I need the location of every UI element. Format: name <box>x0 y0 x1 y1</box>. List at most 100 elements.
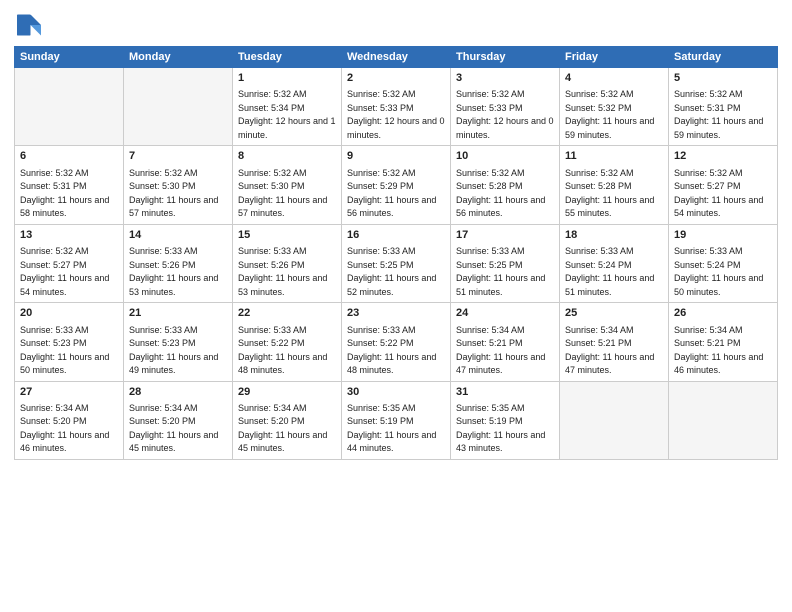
day-number: 3 <box>456 71 554 86</box>
calendar-cell: 30 Sunrise: 5:35 AMSunset: 5:19 PMDayligh… <box>342 381 451 459</box>
calendar-cell: 25 Sunrise: 5:34 AMSunset: 5:21 PMDayligh… <box>560 303 669 381</box>
day-info: Sunrise: 5:32 AMSunset: 5:31 PMDaylight:… <box>674 88 772 142</box>
day-info: Sunrise: 5:32 AMSunset: 5:30 PMDaylight:… <box>129 167 227 221</box>
calendar-cell: 24Sunrise: 5:34 AMSunset: 5:21 PMDayligh… <box>451 303 560 381</box>
day-info: Sunrise: 5:34 AMSunset: 5:20 PMDaylight:… <box>20 402 118 456</box>
day-info: Sunrise: 5:35 AMSunset: 5:19 PMDaylight:… <box>347 402 445 456</box>
day-number: 28 <box>129 385 227 400</box>
day-number: 10 <box>456 149 554 164</box>
day-info: Sunrise: 5:32 AMSunset: 5:29 PMDaylight:… <box>347 167 445 221</box>
day-number: 5 <box>674 71 772 86</box>
calendar-cell: 6Sunrise: 5:32 AMSunset: 5:31 PMDaylight… <box>15 146 124 224</box>
day-info: Sunrise: 5:32 AMSunset: 5:34 PMDaylight:… <box>238 88 336 142</box>
logo-icon <box>14 10 44 40</box>
calendar-cell: 20 Sunrise: 5:33 AMSunset: 5:23 PMDayligh… <box>15 303 124 381</box>
calendar-week-row: 6Sunrise: 5:32 AMSunset: 5:31 PMDaylight… <box>15 146 778 224</box>
day-info: Sunrise: 5:33 AMSunset: 5:25 PMDaylight:… <box>347 245 445 299</box>
calendar-cell: 14 Sunrise: 5:33 AMSunset: 5:26 PMDayligh… <box>124 224 233 302</box>
day-info: Sunrise: 5:33 AMSunset: 5:22 PMDaylight:… <box>347 324 445 378</box>
calendar-header-row: SundayMondayTuesdayWednesdayThursdayFrid… <box>15 47 778 68</box>
calendar-cell: 28 Sunrise: 5:34 AMSunset: 5:20 PMDayligh… <box>124 381 233 459</box>
day-number: 13 <box>20 228 118 243</box>
weekday-header: Tuesday <box>233 47 342 68</box>
calendar-week-row: 1 Sunrise: 5:32 AMSunset: 5:34 PMDaylight… <box>15 68 778 146</box>
day-number: 14 <box>129 228 227 243</box>
day-info: Sunrise: 5:32 AMSunset: 5:32 PMDaylight:… <box>565 88 663 142</box>
calendar-week-row: 20 Sunrise: 5:33 AMSunset: 5:23 PMDayligh… <box>15 303 778 381</box>
day-info: Sunrise: 5:34 AMSunset: 5:21 PMDaylight:… <box>674 324 772 378</box>
day-number: 27 <box>20 385 118 400</box>
calendar-cell: 21Sunrise: 5:33 AMSunset: 5:23 PMDayligh… <box>124 303 233 381</box>
calendar-cell: 13 Sunrise: 5:32 AMSunset: 5:27 PMDayligh… <box>15 224 124 302</box>
calendar-week-row: 13 Sunrise: 5:32 AMSunset: 5:27 PMDayligh… <box>15 224 778 302</box>
calendar-cell: 2Sunrise: 5:32 AMSunset: 5:33 PMDaylight… <box>342 68 451 146</box>
day-number: 9 <box>347 149 445 164</box>
weekday-header: Thursday <box>451 47 560 68</box>
calendar-cell: 22Sunrise: 5:33 AMSunset: 5:22 PMDayligh… <box>233 303 342 381</box>
day-info: Sunrise: 5:34 AMSunset: 5:21 PMDaylight:… <box>565 324 663 378</box>
day-info: Sunrise: 5:32 AMSunset: 5:31 PMDaylight:… <box>20 167 118 221</box>
day-info: Sunrise: 5:33 AMSunset: 5:25 PMDaylight:… <box>456 245 554 299</box>
day-info: Sunrise: 5:34 AMSunset: 5:20 PMDaylight:… <box>129 402 227 456</box>
calendar-cell: 10 Sunrise: 5:32 AMSunset: 5:28 PMDayligh… <box>451 146 560 224</box>
calendar-cell: 7 Sunrise: 5:32 AMSunset: 5:30 PMDaylight… <box>124 146 233 224</box>
day-number: 31 <box>456 385 554 400</box>
weekday-header: Sunday <box>15 47 124 68</box>
day-number: 8 <box>238 149 336 164</box>
calendar-cell: 3 Sunrise: 5:32 AMSunset: 5:33 PMDaylight… <box>451 68 560 146</box>
day-info: Sunrise: 5:34 AMSunset: 5:21 PMDaylight:… <box>456 324 554 378</box>
calendar-cell: 18 Sunrise: 5:33 AMSunset: 5:24 PMDayligh… <box>560 224 669 302</box>
calendar-cell <box>560 381 669 459</box>
day-number: 30 <box>347 385 445 400</box>
weekday-header: Wednesday <box>342 47 451 68</box>
day-number: 23 <box>347 306 445 321</box>
day-info: Sunrise: 5:33 AMSunset: 5:23 PMDaylight:… <box>20 324 118 378</box>
day-number: 20 <box>20 306 118 321</box>
day-number: 21 <box>129 306 227 321</box>
day-number: 11 <box>565 149 663 164</box>
day-number: 4 <box>565 71 663 86</box>
day-info: Sunrise: 5:32 AMSunset: 5:30 PMDaylight:… <box>238 167 336 221</box>
day-info: Sunrise: 5:35 AMSunset: 5:19 PMDaylight:… <box>456 402 554 456</box>
calendar-cell: 17 Sunrise: 5:33 AMSunset: 5:25 PMDayligh… <box>451 224 560 302</box>
calendar-cell: 12Sunrise: 5:32 AMSunset: 5:27 PMDayligh… <box>669 146 778 224</box>
calendar-cell: 8 Sunrise: 5:32 AMSunset: 5:30 PMDaylight… <box>233 146 342 224</box>
calendar-table: SundayMondayTuesdayWednesdayThursdayFrid… <box>14 46 778 460</box>
day-info: Sunrise: 5:32 AMSunset: 5:28 PMDaylight:… <box>565 167 663 221</box>
day-number: 26 <box>674 306 772 321</box>
calendar-cell: 16 Sunrise: 5:33 AMSunset: 5:25 PMDayligh… <box>342 224 451 302</box>
calendar-week-row: 27 Sunrise: 5:34 AMSunset: 5:20 PMDayligh… <box>15 381 778 459</box>
day-number: 25 <box>565 306 663 321</box>
calendar-cell <box>15 68 124 146</box>
day-number: 18 <box>565 228 663 243</box>
calendar-cell: 29Sunrise: 5:34 AMSunset: 5:20 PMDayligh… <box>233 381 342 459</box>
day-info: Sunrise: 5:32 AMSunset: 5:28 PMDaylight:… <box>456 167 554 221</box>
calendar-cell <box>669 381 778 459</box>
calendar-cell: 1 Sunrise: 5:32 AMSunset: 5:34 PMDaylight… <box>233 68 342 146</box>
day-number: 15 <box>238 228 336 243</box>
day-info: Sunrise: 5:33 AMSunset: 5:26 PMDaylight:… <box>238 245 336 299</box>
calendar-cell: 15 Sunrise: 5:33 AMSunset: 5:26 PMDayligh… <box>233 224 342 302</box>
day-info: Sunrise: 5:32 AMSunset: 5:33 PMDaylight:… <box>456 88 554 142</box>
calendar-cell: 27 Sunrise: 5:34 AMSunset: 5:20 PMDayligh… <box>15 381 124 459</box>
day-info: Sunrise: 5:32 AMSunset: 5:27 PMDaylight:… <box>20 245 118 299</box>
day-info: Sunrise: 5:32 AMSunset: 5:33 PMDaylight:… <box>347 88 445 142</box>
day-number: 29 <box>238 385 336 400</box>
day-info: Sunrise: 5:33 AMSunset: 5:24 PMDaylight:… <box>674 245 772 299</box>
day-info: Sunrise: 5:33 AMSunset: 5:22 PMDaylight:… <box>238 324 336 378</box>
page-container: SundayMondayTuesdayWednesdayThursdayFrid… <box>0 0 792 468</box>
day-number: 7 <box>129 149 227 164</box>
day-number: 17 <box>456 228 554 243</box>
day-number: 1 <box>238 71 336 86</box>
calendar-body: 1 Sunrise: 5:32 AMSunset: 5:34 PMDaylight… <box>15 68 778 460</box>
logo <box>14 10 48 40</box>
calendar-cell: 4 Sunrise: 5:32 AMSunset: 5:32 PMDaylight… <box>560 68 669 146</box>
day-number: 16 <box>347 228 445 243</box>
calendar-cell: 26 Sunrise: 5:34 AMSunset: 5:21 PMDayligh… <box>669 303 778 381</box>
calendar-cell: 9 Sunrise: 5:32 AMSunset: 5:29 PMDaylight… <box>342 146 451 224</box>
day-info: Sunrise: 5:33 AMSunset: 5:24 PMDaylight:… <box>565 245 663 299</box>
day-info: Sunrise: 5:33 AMSunset: 5:26 PMDaylight:… <box>129 245 227 299</box>
header <box>14 10 778 40</box>
calendar-cell: 23 Sunrise: 5:33 AMSunset: 5:22 PMDayligh… <box>342 303 451 381</box>
day-info: Sunrise: 5:32 AMSunset: 5:27 PMDaylight:… <box>674 167 772 221</box>
